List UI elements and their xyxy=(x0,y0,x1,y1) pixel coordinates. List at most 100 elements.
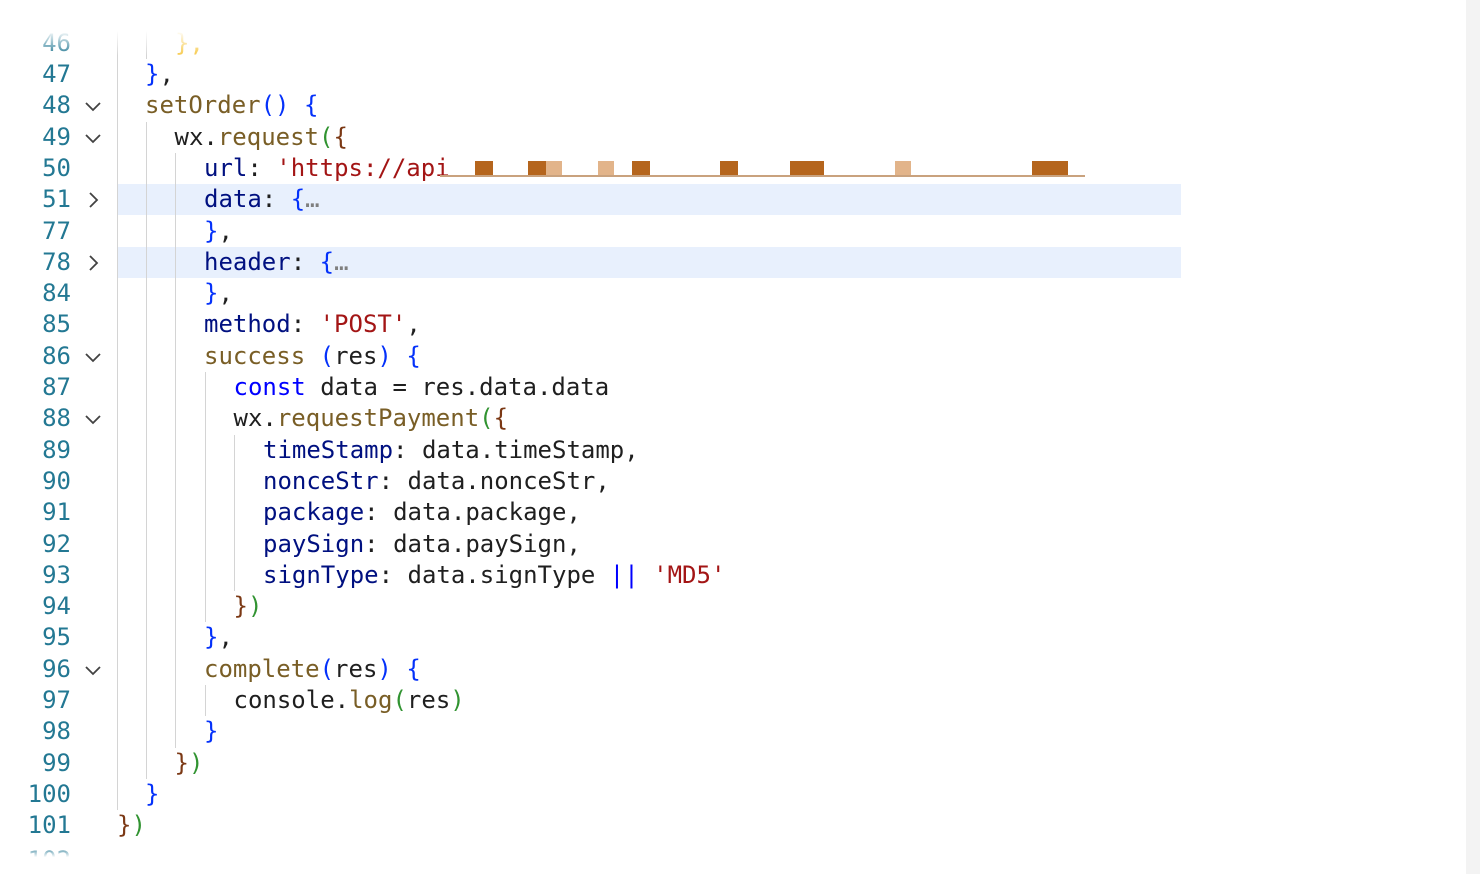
code-line[interactable]: 88 wx.requestPayment({ xyxy=(0,403,1480,434)
chevron-down-icon[interactable] xyxy=(84,97,102,115)
code-line[interactable]: 87 const data = res.data.data xyxy=(0,372,1480,403)
code-token: paySign xyxy=(263,529,365,558)
code-token: . xyxy=(450,529,466,558)
line-number: 99 xyxy=(42,748,71,777)
code-line[interactable]: 101}) xyxy=(0,810,1480,841)
code-text: nonceStr: data.nonceStr, xyxy=(263,466,610,497)
code-text: } xyxy=(145,779,159,810)
code-token: { xyxy=(333,122,348,151)
code-line[interactable]: 50 url: 'https://api xyxy=(0,153,1480,184)
line-number: 96 xyxy=(42,654,71,683)
code-token: } xyxy=(145,779,160,808)
code-line[interactable]: 96 complete(res) { xyxy=(0,654,1480,685)
code-text: paySign: data.paySign, xyxy=(263,529,581,560)
chevron-down-icon[interactable] xyxy=(84,661,102,679)
code-line[interactable]: 91 package: data.package, xyxy=(0,497,1480,528)
code-token: } xyxy=(204,623,219,652)
code-token: data xyxy=(421,435,480,464)
code-line[interactable]: 86 success (res) { xyxy=(0,341,1480,372)
code-token: ) xyxy=(131,811,146,840)
code-token: package xyxy=(263,498,365,527)
code-token: , xyxy=(218,279,233,308)
code-token: : xyxy=(364,498,394,527)
code-text: console.log(res) xyxy=(234,685,465,716)
code-token: : xyxy=(290,310,320,339)
code-line[interactable]: 48 setOrder() { xyxy=(0,90,1480,121)
code-token: wx xyxy=(233,404,263,433)
code-text: }) xyxy=(234,591,263,622)
code-token: log xyxy=(349,686,393,714)
code-line[interactable]: 92 paySign: data.paySign, xyxy=(0,529,1480,560)
code-token: data xyxy=(479,373,537,401)
redaction-mark xyxy=(1032,160,1068,175)
code-token: 'POST' xyxy=(319,310,407,339)
chevron-right-icon[interactable] xyxy=(84,254,102,272)
chevron-down-icon[interactable] xyxy=(84,348,102,366)
line-number: 91 xyxy=(42,498,71,527)
code-token: const xyxy=(233,373,306,401)
code-token: : xyxy=(364,529,394,558)
indent-guide xyxy=(146,121,147,779)
code-text: }) xyxy=(175,748,204,779)
code-line[interactable]: 95}, xyxy=(0,622,1480,653)
code-line[interactable]: 47}, xyxy=(0,59,1480,90)
code-text: signType: data.signType || 'MD5' xyxy=(263,560,725,591)
line-number: 94 xyxy=(42,592,71,621)
code-line[interactable]: 90 nonceStr: data.nonceStr, xyxy=(0,466,1480,497)
code-line[interactable]: 93 signType: data.signType || 'MD5' xyxy=(0,560,1480,591)
code-line[interactable]: 99}) xyxy=(0,748,1480,779)
code-text: }, xyxy=(204,278,233,309)
vertical-scrollbar[interactable] xyxy=(1466,0,1480,874)
code-token: || xyxy=(609,560,639,589)
code-token: = xyxy=(392,373,407,401)
code-text: data: {… xyxy=(204,184,320,215)
code-text: timeStamp: data.timeStamp, xyxy=(263,435,639,466)
code-line[interactable]: 85 method: 'POST', xyxy=(0,309,1480,340)
code-editor[interactable]: 46 }, 47}, 48 setOrder() {49 wx.request({50… xyxy=(0,0,1480,874)
chevron-right-icon[interactable] xyxy=(84,191,102,209)
code-line[interactable]: 98} xyxy=(0,716,1480,747)
code-line[interactable]: 78 header: {… xyxy=(0,246,1480,279)
line-number: 97 xyxy=(42,686,71,714)
chevron-down-icon[interactable] xyxy=(84,410,102,428)
code-token: 'https://api xyxy=(276,153,450,182)
code-token: } xyxy=(233,592,248,621)
code-token: . xyxy=(334,686,350,714)
code-token: } xyxy=(204,216,219,245)
code-token: , xyxy=(218,623,233,652)
code-token: ( xyxy=(319,122,334,151)
line-number: 88 xyxy=(42,404,71,433)
chevron-down-icon[interactable] xyxy=(84,129,102,147)
indent-guide xyxy=(117,59,118,811)
code-token: : xyxy=(378,466,408,495)
code-line[interactable]: 49 wx.request({ xyxy=(0,122,1480,153)
code-line[interactable]: 89 timeStamp: data.timeStamp, xyxy=(0,435,1480,466)
code-text: }, xyxy=(204,622,233,653)
redaction-mark xyxy=(790,160,824,175)
line-number: 46 xyxy=(42,29,71,57)
code-token: : xyxy=(261,185,291,214)
code-text: }, xyxy=(175,29,204,57)
code-token: res xyxy=(334,341,378,370)
code-text: complete(res) { xyxy=(204,654,421,685)
code-token: , xyxy=(566,529,581,558)
code-token: : xyxy=(247,153,277,182)
code-token: method xyxy=(204,310,291,339)
code-token: . xyxy=(203,122,218,151)
line-number: 87 xyxy=(42,373,71,401)
code-token: data xyxy=(407,560,466,589)
code-token: data xyxy=(551,373,610,401)
code-token: ( xyxy=(392,686,407,714)
code-line[interactable]: 97 console.log(res) xyxy=(0,685,1480,716)
code-line[interactable]: 84}, xyxy=(0,278,1480,309)
code-line[interactable]: 51 data: {… xyxy=(0,184,1480,216)
line-number: 100 xyxy=(27,779,71,808)
line-number: 98 xyxy=(42,717,71,746)
code-line[interactable]: 77}, xyxy=(0,216,1480,247)
code-line[interactable]: 100} xyxy=(0,779,1480,810)
code-line[interactable]: 94}) xyxy=(0,591,1480,622)
line-number: 78 xyxy=(42,247,71,276)
code-token: . xyxy=(450,498,466,527)
